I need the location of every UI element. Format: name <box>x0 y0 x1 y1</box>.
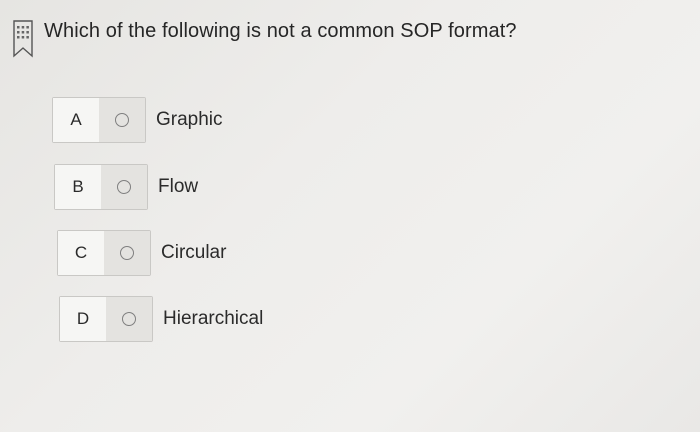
option-d-box[interactable]: D <box>59 296 153 342</box>
radio-button-icon[interactable] <box>120 246 134 260</box>
option-d[interactable]: D Hierarchical <box>59 296 263 342</box>
bookmark-icon[interactable] <box>12 20 34 58</box>
radio-button-icon[interactable] <box>117 180 131 194</box>
radio-button-icon[interactable] <box>115 113 129 127</box>
option-d-label[interactable]: Hierarchical <box>163 308 263 330</box>
option-d-radio-cell[interactable] <box>106 297 152 341</box>
option-c-radio-cell[interactable] <box>104 231 150 275</box>
radio-button-icon[interactable] <box>122 312 136 326</box>
option-c-box[interactable]: C <box>57 230 151 276</box>
question-text: Which of the following is not a common S… <box>44 20 517 42</box>
option-b-label[interactable]: Flow <box>158 176 198 198</box>
option-a[interactable]: A Graphic <box>52 97 223 143</box>
option-a-label[interactable]: Graphic <box>156 109 223 131</box>
option-c[interactable]: C Circular <box>57 230 226 276</box>
option-c-letter: C <box>58 231 104 275</box>
option-b-box[interactable]: B <box>54 164 148 210</box>
option-d-letter: D <box>60 297 106 341</box>
option-b-letter: B <box>55 165 101 209</box>
option-a-letter: A <box>53 98 99 142</box>
option-c-label[interactable]: Circular <box>161 242 226 264</box>
option-b-radio-cell[interactable] <box>101 165 147 209</box>
option-a-radio-cell[interactable] <box>99 98 145 142</box>
option-a-box[interactable]: A <box>52 97 146 143</box>
option-b[interactable]: B Flow <box>54 164 198 210</box>
